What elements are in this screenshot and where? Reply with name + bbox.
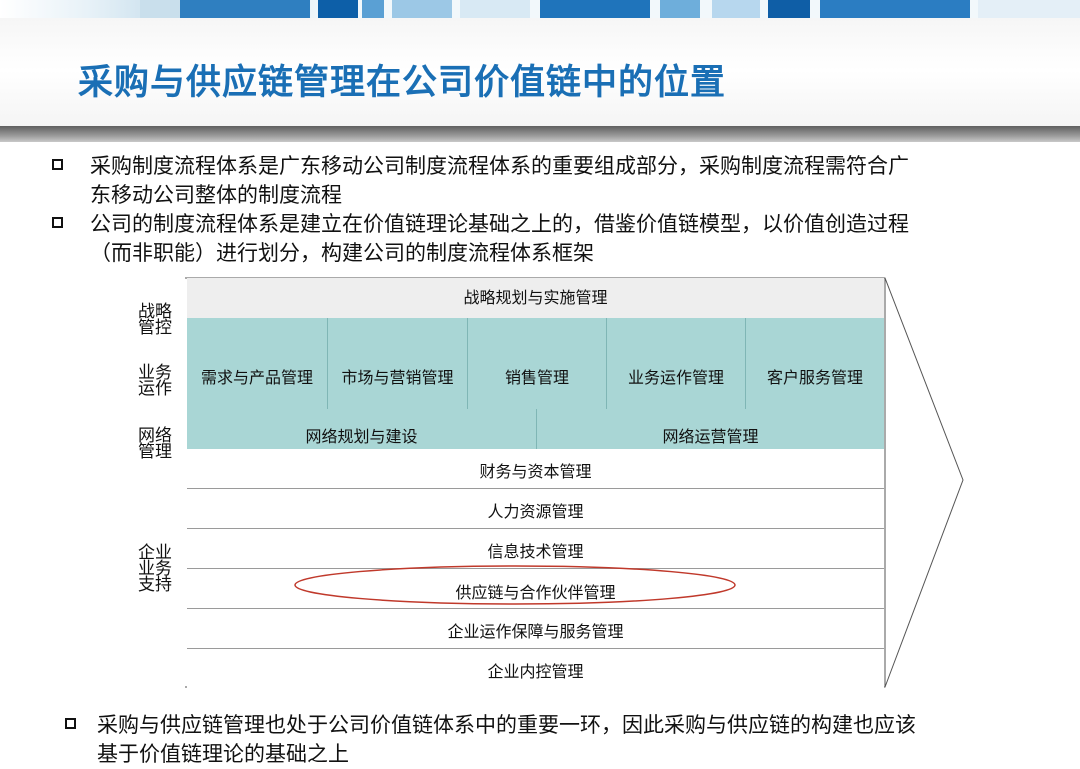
side-label-strategy: 战略 管控 <box>138 302 172 338</box>
bullet-line: 公司的制度流程体系是建立在价值链理论基础之上的，借鉴价值链模型，以价值创造过程 <box>90 212 909 236</box>
bullet-line: 东移动公司整体的制度流程 <box>90 183 342 207</box>
side-label-operations: 业务 运作 <box>138 363 172 399</box>
square-bullet-icon <box>52 159 63 170</box>
header-divider-bar <box>0 126 1080 142</box>
page-title: 采购与供应链管理在公司价值链中的位置 <box>78 63 727 103</box>
side-label-network: 网络 管理 <box>138 426 172 462</box>
side-label-support: 企业 业务 支持 <box>138 543 172 595</box>
bullet-line: （而非职能）进行划分，构建公司的制度流程体系框架 <box>90 241 594 265</box>
slide-header: 采购与供应链管理在公司价值链中的位置 <box>0 0 1080 128</box>
operations-cell: 业务运作管理 <box>606 318 745 409</box>
support-row: 人力资源管理 <box>187 489 884 529</box>
operations-cell: 需求与产品管理 <box>200 368 313 387</box>
strategy-row: 战略规划与实施管理 <box>187 278 884 319</box>
support-row: 财务与资本管理 <box>187 449 884 489</box>
operations-cell: 客户服务管理 <box>745 318 884 409</box>
network-cell: 网络运营管理 <box>536 409 884 449</box>
bullet-line: 采购与供应链管理也处于公司价值链体系中的重要一环，因此采购与供应链的构建也应该 <box>97 713 916 737</box>
operations-row: 需求与产品管理 市场与营销管理 销售管理 业务运作管理 客户服务管理 <box>187 318 884 410</box>
square-bullet-icon <box>65 718 76 729</box>
highlight-ellipse <box>294 565 736 605</box>
support-row: 企业内控管理 <box>187 649 884 688</box>
network-cell: 网络规划与建设 <box>305 427 418 446</box>
bullet-line: 基于价值链理论的基础之上 <box>97 742 349 766</box>
decorative-strip <box>0 0 1080 18</box>
bullet-line: 采购制度流程体系是广东移动公司制度流程体系的重要组成部分，采购制度流程需符合广 <box>90 154 909 178</box>
operations-cell: 市场与营销管理 <box>327 318 467 409</box>
support-row: 企业运作保障与服务管理 <box>187 609 884 649</box>
square-bullet-icon <box>52 217 63 228</box>
network-row: 网络规划与建设 网络运营管理 <box>187 409 884 449</box>
operations-cell: 销售管理 <box>467 318 606 409</box>
